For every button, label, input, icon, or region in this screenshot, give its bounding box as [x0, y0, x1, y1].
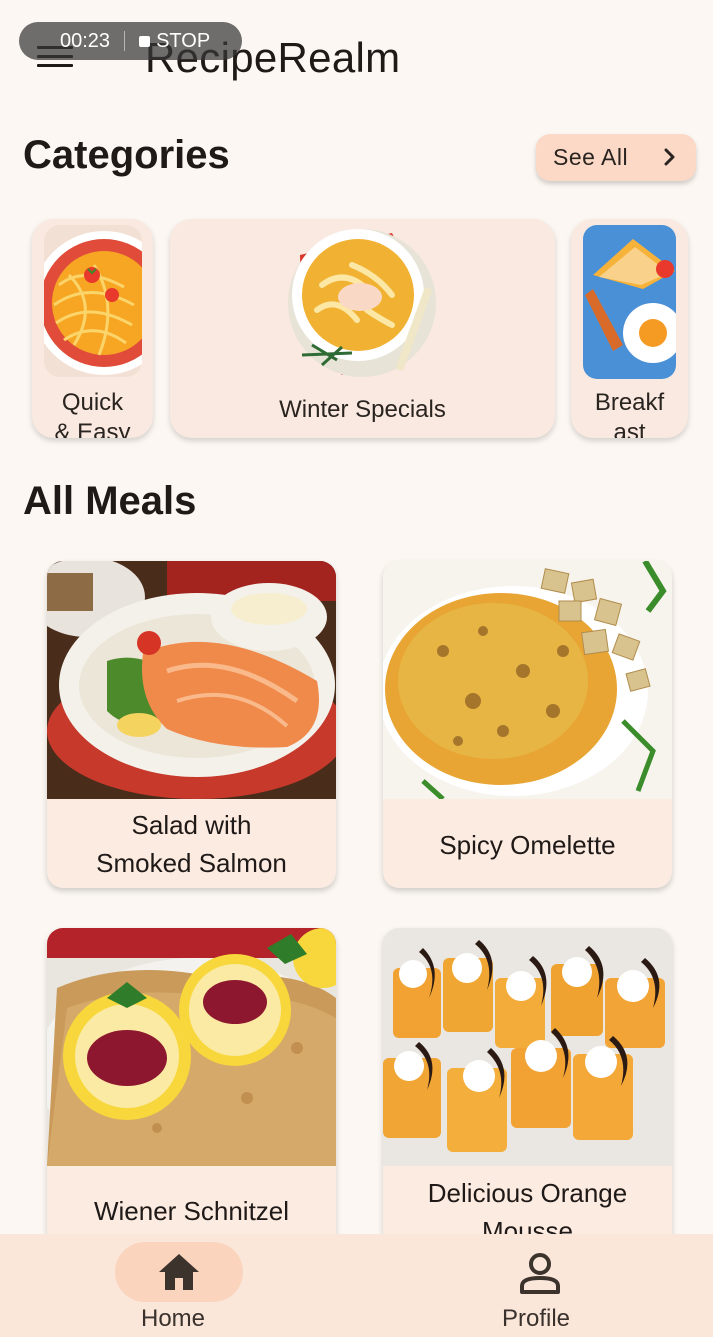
- all-meals-title: All Meals: [23, 479, 197, 523]
- meal-card-orange-mousse[interactable]: Delicious Orange Mousse: [383, 928, 672, 1258]
- category-card-winter-specials[interactable]: Winter Specials: [170, 219, 555, 438]
- stop-icon: [139, 35, 151, 47]
- category-label: Quick & Easy: [32, 388, 153, 438]
- recording-divider: [124, 31, 126, 51]
- recording-time: 00:23: [60, 29, 111, 52]
- nav-item-home-label[interactable]: Home: [141, 1305, 205, 1333]
- chevron-right-icon: [664, 148, 675, 166]
- categories-title: Categories: [23, 133, 230, 177]
- see-all-label: See All: [553, 144, 629, 170]
- soup-bowl-image: [288, 229, 436, 377]
- meal-card-salmon-salad[interactable]: Salad with Smoked Salmon: [47, 561, 336, 888]
- meal-card-wiener-schnitzel[interactable]: Wiener Schnitzel: [47, 928, 336, 1258]
- spaghetti-image: [44, 225, 142, 377]
- stop-label[interactable]: STOP: [156, 30, 210, 53]
- see-all-button[interactable]: See All: [536, 134, 696, 181]
- breakfast-image: [583, 225, 676, 379]
- nav-item-profile-label[interactable]: Profile: [502, 1305, 570, 1333]
- person-icon[interactable]: [518, 1252, 562, 1294]
- orange-mousse-photo: [383, 928, 672, 1166]
- meal-name: Spicy Omelette: [439, 830, 616, 860]
- category-label: Winter Specials: [279, 396, 446, 423]
- meal-name: Wiener Schnitzel: [93, 1196, 290, 1226]
- meal-name: Salad with Smoked Salmon: [96, 810, 287, 878]
- bottom-navigation: Home Profile: [0, 1234, 713, 1337]
- omelette-photo: [383, 561, 672, 799]
- meal-card-spicy-omelette[interactable]: Spicy Omelette: [383, 561, 672, 888]
- category-card-breakfast[interactable]: Breakf ast: [571, 219, 688, 438]
- screen-recording-pill[interactable]: 00:23 STOP: [19, 22, 242, 60]
- category-label-text: Breakf ast: [594, 389, 665, 438]
- category-card-quick-easy[interactable]: Quick & Easy: [32, 219, 153, 438]
- schnitzel-photo: [47, 928, 336, 1166]
- category-label-text: Quick & Easy: [54, 389, 131, 438]
- category-label: Breakf ast: [571, 388, 688, 438]
- home-icon[interactable]: [157, 1252, 201, 1292]
- salmon-salad-photo: [47, 561, 336, 799]
